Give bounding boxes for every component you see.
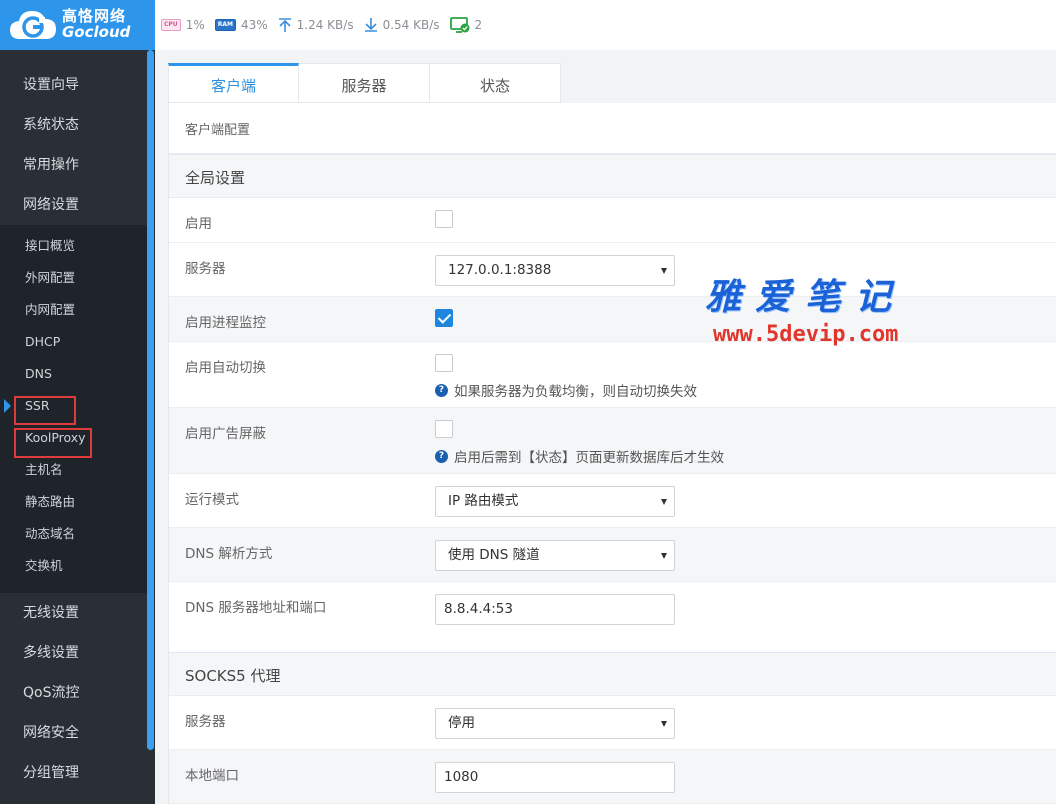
- breadcrumb: 客户端配置: [169, 103, 1056, 154]
- enable-row: 启用: [169, 198, 1056, 243]
- auto-switch-label: 启用自动切换: [185, 360, 266, 376]
- local-port-row: 本地端口 1080: [169, 750, 1056, 804]
- run-mode-label: 运行模式: [185, 492, 239, 508]
- dns-mode-select[interactable]: 使用 DNS 隧道: [435, 540, 675, 571]
- upload-stat: 1.24 KB/s: [278, 17, 354, 33]
- enable-label: 启用: [185, 216, 212, 232]
- ram-stat: RAM 43%: [214, 18, 268, 32]
- sidebar-subitem-hostname[interactable]: 主机名: [0, 454, 147, 486]
- question-icon: ?: [435, 449, 448, 463]
- dns-mode-label: DNS 解析方式: [185, 546, 273, 562]
- run-mode-row: 运行模式 IP 路由模式: [169, 474, 1056, 528]
- enable-checkbox[interactable]: [435, 210, 453, 228]
- auto-switch-hint: ? 如果服务器为负载均衡，则自动切换失效: [435, 380, 697, 400]
- sidebar-item-setup-wizard[interactable]: 设置向导: [0, 65, 147, 105]
- sidebar-subitem-switch[interactable]: 交换机: [0, 550, 147, 582]
- caret-down-icon: [661, 553, 667, 559]
- adblock-label: 启用广告屏蔽: [185, 426, 266, 442]
- sidebar-item-qos[interactable]: QoS流控: [0, 673, 147, 713]
- ram-value: 43%: [240, 18, 268, 32]
- process-monitor-row: 启用进程监控: [169, 297, 1056, 342]
- sidebar-subitem-ddns[interactable]: 动态域名: [0, 518, 147, 550]
- dns-server-label: DNS 服务器地址和端口: [185, 600, 327, 616]
- sidebar-item-network-settings[interactable]: 网络设置: [0, 185, 147, 225]
- tab-status[interactable]: 状态: [430, 63, 561, 103]
- upload-arrow-icon: [278, 17, 292, 33]
- socks-server-row: 服务器 停用: [169, 696, 1056, 750]
- cloud-logo-icon: [8, 7, 58, 43]
- download-stat: 0.54 KB/s: [364, 17, 440, 33]
- auto-switch-row: 启用自动切换 ? 如果服务器为负载均衡，则自动切换失效: [169, 342, 1056, 408]
- download-arrow-icon: [364, 17, 378, 33]
- sidebar-subitem-interfaces[interactable]: 接口概览: [0, 230, 147, 262]
- question-icon: ?: [435, 383, 448, 397]
- process-monitor-label: 启用进程监控: [185, 315, 266, 331]
- sidebar-item-groups[interactable]: 分组管理: [0, 753, 147, 793]
- sidebar-item-system-status[interactable]: 系统状态: [0, 105, 147, 145]
- tab-bar: 客户端 服务器 状态: [168, 63, 561, 103]
- sidebar-subitem-dhcp[interactable]: DHCP: [0, 326, 147, 358]
- devices-value: 2: [474, 18, 483, 32]
- server-row: 服务器 127.0.0.1:8388: [169, 243, 1056, 297]
- status-topbar: CPU 1% RAM 43% 1.24 KB/s 0.54 KB/s 2: [155, 0, 1056, 50]
- client-config-panel: 客户端配置 全局设置 启用 服务器 127.0.0.1:8388 启用进程监控 …: [168, 103, 1056, 804]
- socks5-header: SOCKS5 代理: [169, 652, 1056, 696]
- caret-down-icon: [661, 268, 667, 274]
- cpu-stat: CPU 1%: [161, 18, 205, 32]
- tab-server[interactable]: 服务器: [299, 63, 430, 103]
- dns-server-input[interactable]: 8.8.4.4:53: [435, 594, 675, 625]
- sidebar-scrollbar[interactable]: [147, 50, 154, 750]
- adblock-row: 启用广告屏蔽 ? 启用后需到【状态】页面更新数据库后才生效: [169, 408, 1056, 474]
- brand-logo[interactable]: 高恪网络 Gocloud: [0, 0, 155, 50]
- local-port-input[interactable]: 1080: [435, 762, 675, 793]
- ram-icon: RAM: [214, 19, 236, 31]
- cpu-value: 1%: [185, 18, 205, 32]
- sidebar-item-wireless[interactable]: 无线设置: [0, 593, 147, 633]
- sidebar-item-security[interactable]: 网络安全: [0, 713, 147, 753]
- process-monitor-checkbox[interactable]: [435, 309, 453, 327]
- sidebar-subitem-static-route[interactable]: 静态路由: [0, 486, 147, 518]
- global-settings-header: 全局设置: [169, 154, 1056, 198]
- koolproxy-highlight-box: [14, 428, 92, 458]
- tab-client[interactable]: 客户端: [168, 63, 299, 103]
- brand-name-en: Gocloud: [62, 23, 131, 41]
- sidebar-item-common-ops[interactable]: 常用操作: [0, 145, 147, 185]
- auto-switch-checkbox[interactable]: [435, 354, 453, 372]
- dns-mode-row: DNS 解析方式 使用 DNS 隧道: [169, 528, 1056, 582]
- caret-down-icon: [661, 721, 667, 727]
- server-select[interactable]: 127.0.0.1:8388: [435, 255, 675, 286]
- caret-down-icon: [661, 499, 667, 505]
- download-value: 0.54 KB/s: [382, 18, 440, 32]
- upload-value: 1.24 KB/s: [296, 18, 354, 32]
- server-label: 服务器: [185, 261, 226, 277]
- dns-server-row: DNS 服务器地址和端口 8.8.4.4:53: [169, 582, 1056, 652]
- sidebar-nav: 设置向导 系统状态 常用操作 网络设置 接口概览 外网配置 内网配置 DHCP …: [0, 50, 155, 804]
- sidebar-subitem-dns[interactable]: DNS: [0, 358, 147, 390]
- socks-server-label: 服务器: [185, 714, 226, 730]
- ssr-highlight-box: [14, 396, 76, 425]
- socks-server-select[interactable]: 停用: [435, 708, 675, 739]
- local-port-label: 本地端口: [185, 768, 239, 784]
- sidebar-subitem-wan[interactable]: 外网配置: [0, 262, 147, 294]
- sidebar-item-multiwan[interactable]: 多线设置: [0, 633, 147, 673]
- sidebar-subitem-lan[interactable]: 内网配置: [0, 294, 147, 326]
- adblock-checkbox[interactable]: [435, 420, 453, 438]
- adblock-hint: ? 启用后需到【状态】页面更新数据库后才生效: [435, 446, 724, 466]
- devices-stat: 2: [449, 16, 483, 34]
- monitor-check-icon: [449, 16, 470, 34]
- run-mode-select[interactable]: IP 路由模式: [435, 486, 675, 517]
- cpu-icon: CPU: [161, 19, 181, 31]
